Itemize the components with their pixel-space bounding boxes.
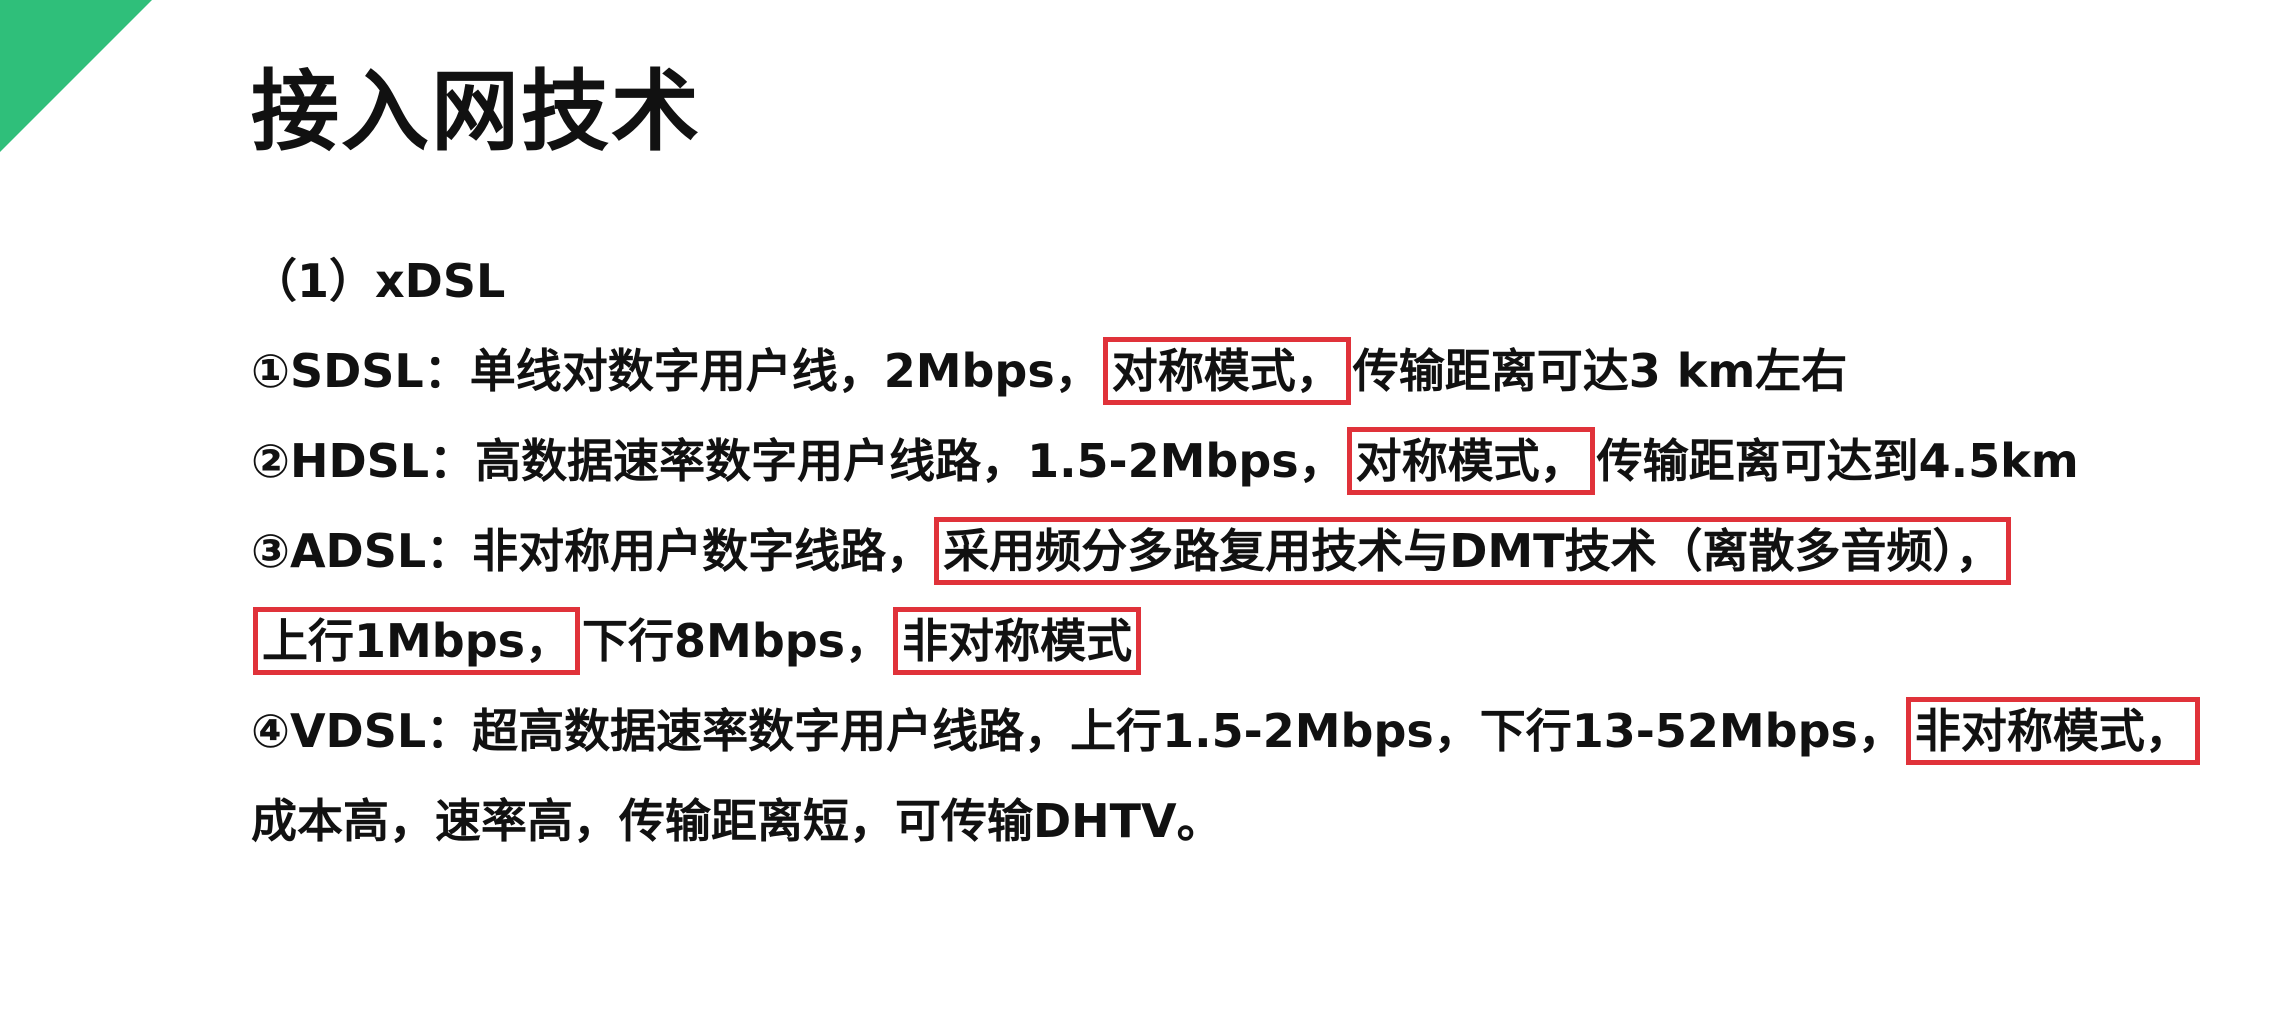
highlight-box: 非对称模式，: [1905, 697, 2200, 765]
text-segment: ①SDSL：单线对数字用户线，2Mbps，: [251, 344, 1101, 398]
line-vdsl: ④VDSL：超高数据速率数字用户线路，上行1.5-2Mbps，下行13-52Mb…: [251, 686, 2241, 776]
text-segment: 下行8Mbps，: [582, 614, 892, 668]
line-hdsl: ②HDSL：高数据速率数字用户线路，1.5-2Mbps， 对称模式， 传输距离可达到…: [251, 416, 2241, 506]
line-adsl-rates: 上行1Mbps， 下行8Mbps， 非对称模式: [251, 596, 2241, 686]
slide-title: 接入网技术: [251, 60, 702, 163]
highlight-box: 非对称模式: [893, 607, 1142, 675]
text-segment: ③ADSL：非对称用户数字线路，: [251, 524, 933, 578]
line-xdsl-heading: （1）xDSL: [251, 236, 2241, 326]
highlight-box: 对称模式，: [1346, 427, 1595, 495]
text-segment: 传输距离可达到4.5km: [1596, 434, 2079, 488]
slide-body: （1）xDSL ①SDSL：单线对数字用户线，2Mbps， 对称模式， 传输距离可达…: [251, 236, 2241, 866]
line-sdsl: ①SDSL：单线对数字用户线，2Mbps， 对称模式， 传输距离可达3 km左右: [251, 326, 2241, 416]
text-segment: 传输距离可达3 km左右: [1352, 344, 1848, 398]
text-segment: ④VDSL：超高数据速率数字用户线路，上行1.5-2Mbps，下行13-52Mb…: [251, 704, 1904, 758]
highlight-box: 采用频分多路复用技术与DMT技术（离散多音频），: [934, 517, 2011, 585]
text-segment: （1）xDSL: [251, 254, 506, 308]
line-adsl: ③ADSL：非对称用户数字线路， 采用频分多路复用技术与DMT技术（离散多音频），: [251, 506, 2241, 596]
line-vdsl-notes: 成本高，速率高，传输距离短，可传输DHTV。: [251, 776, 2241, 866]
highlight-box: 上行1Mbps，: [253, 607, 581, 675]
text-segment: 成本高，速率高，传输距离短，可传输DHTV。: [251, 794, 1223, 848]
corner-accent-triangle: [0, 0, 152, 152]
highlight-box: 对称模式，: [1102, 337, 1351, 405]
text-segment: ②HDSL：高数据速率数字用户线路，1.5-2Mbps，: [251, 434, 1345, 488]
